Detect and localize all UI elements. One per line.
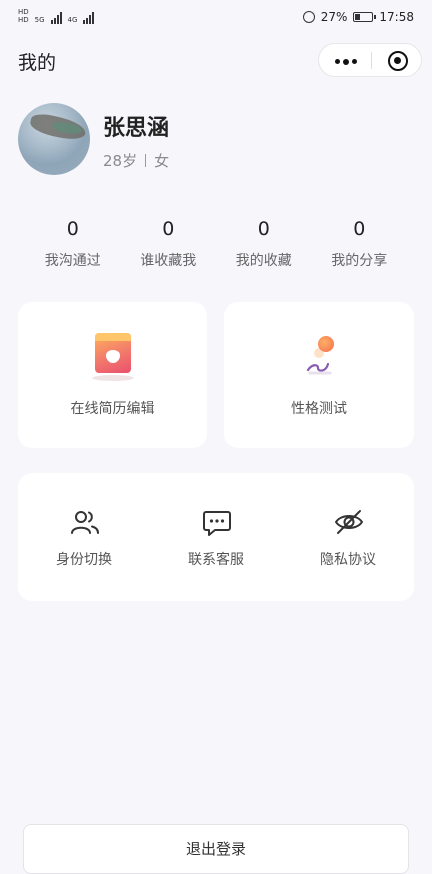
stat-label: 我沟通过 <box>44 253 101 269</box>
stat-value: 0 <box>66 218 79 240</box>
hd-label-2: HD <box>18 16 29 24</box>
contact-support-label: 联系客服 <box>188 552 244 568</box>
hd-badges: HD HD <box>18 9 29 24</box>
stat-value: 0 <box>353 218 366 240</box>
resume-edit-card[interactable]: 在线简历编辑 <box>18 302 207 448</box>
logout-button[interactable]: 退出登录 <box>23 824 409 874</box>
page-title: 我的 <box>18 52 57 74</box>
stat-communicated[interactable]: 0 我沟通过 <box>25 217 121 270</box>
personality-test-label: 性格测试 <box>291 401 347 417</box>
user-gender: 女 <box>154 152 170 170</box>
status-bar: HD HD 5G 4G 27% 17:58 <box>0 0 432 38</box>
user-meta: 28岁 女 <box>103 150 169 171</box>
resume-edit-label: 在线简历编辑 <box>70 401 155 417</box>
capsule-divider <box>371 52 372 69</box>
mini-program-capsule <box>318 43 422 77</box>
signal-indicators: HD HD 5G 4G <box>18 9 95 24</box>
stat-label: 我的分享 <box>331 253 388 269</box>
stat-my-shares[interactable]: 0 我的分享 <box>312 217 408 270</box>
status-right: 27% 17:58 <box>302 10 414 24</box>
stat-label: 谁收藏我 <box>140 253 197 269</box>
network-4g-label: 4G <box>67 16 78 24</box>
resume-icon-shadow <box>92 375 134 381</box>
users-icon <box>71 511 99 534</box>
meta-divider <box>145 154 147 167</box>
privacy-policy-button[interactable]: 隐私协议 <box>282 473 414 601</box>
alarm-icon <box>302 11 315 23</box>
stat-value: 0 <box>257 218 270 240</box>
eye-off-icon <box>335 510 363 534</box>
contact-support-button[interactable]: 联系客服 <box>150 473 282 601</box>
network-5g-label: 5G <box>34 16 45 24</box>
close-target-icon[interactable] <box>388 51 408 71</box>
services-card: 身份切换 联系客服 隐私协议 <box>18 473 414 601</box>
user-name: 张思涵 <box>103 116 170 141</box>
switch-identity-label: 身份切换 <box>56 552 112 568</box>
privacy-policy-label: 隐私协议 <box>320 552 376 568</box>
stat-label: 我的收藏 <box>235 253 292 269</box>
stat-favorited-me[interactable]: 0 谁收藏我 <box>121 217 217 270</box>
avatar[interactable] <box>18 103 90 175</box>
battery-icon <box>353 12 377 22</box>
personality-test-icon <box>304 334 340 378</box>
hd-label-1: HD <box>18 8 29 16</box>
stat-my-favorites[interactable]: 0 我的收藏 <box>216 217 312 270</box>
clock: 17:58 <box>379 10 414 24</box>
resume-icon <box>95 333 131 373</box>
switch-identity-button[interactable]: 身份切换 <box>18 473 150 601</box>
signal-icon <box>50 12 62 24</box>
battery-percent: 27% <box>320 10 348 24</box>
chat-icon <box>203 511 231 536</box>
user-age: 28岁 <box>103 152 138 170</box>
stat-value: 0 <box>162 218 175 240</box>
personality-test-card[interactable]: 性格测试 <box>224 302 414 448</box>
heart-icon <box>106 350 120 363</box>
stats-row: 0 我沟通过 0 谁收藏我 0 我的收藏 0 我的分享 <box>25 217 407 270</box>
signal-icon-2 <box>83 12 95 24</box>
more-icon[interactable] <box>335 58 357 65</box>
